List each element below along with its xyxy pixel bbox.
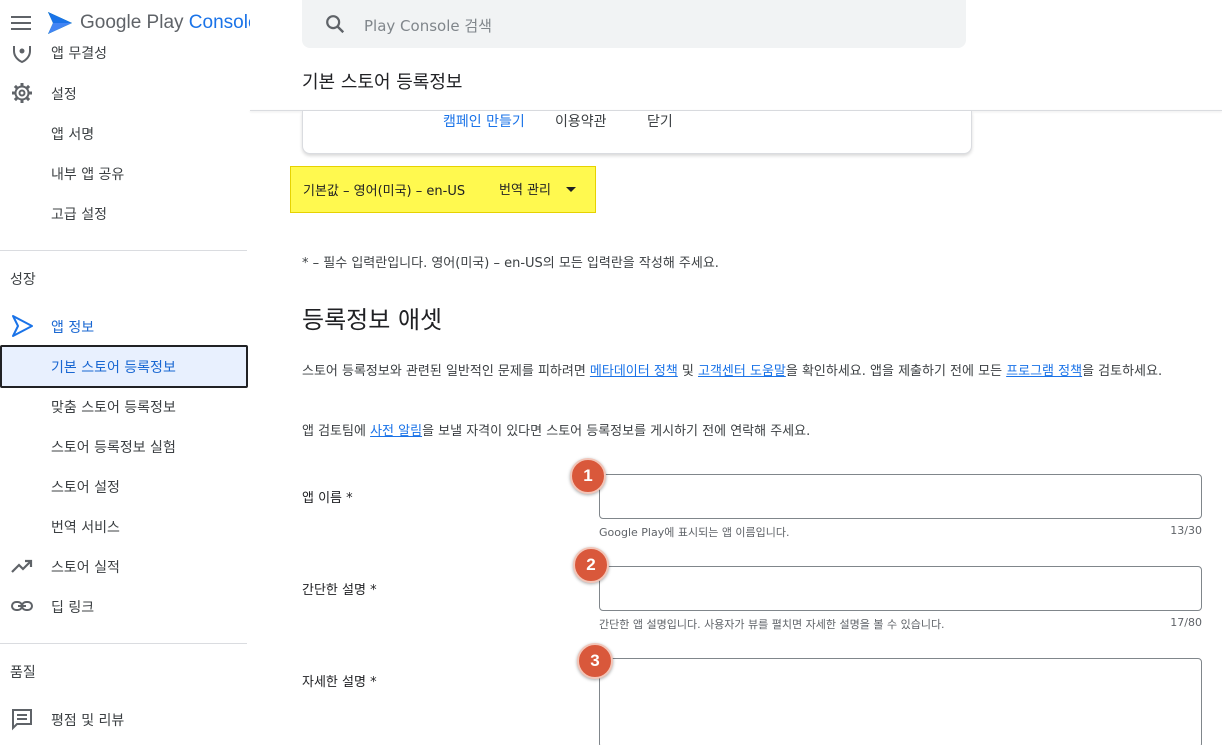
sidebar-item-label: 앱 서명 [51, 127, 95, 143]
sidebar-item-label: 기본 스토어 등록정보 [51, 360, 176, 376]
page-title: 기본 스토어 등록정보 [302, 72, 463, 93]
metadata-policy-link[interactable]: 메타데이터 정책 [590, 364, 678, 379]
app-title: Google Play Console [80, 12, 250, 34]
dropdown-arrow-icon[interactable] [566, 187, 576, 192]
brand-name: Google Play [80, 12, 184, 33]
sidebar-item-label: 스토어 설정 [51, 480, 120, 496]
policy-text: 및 [677, 364, 699, 379]
search-bar[interactable]: Play Console 검색 [302, 0, 966, 48]
short-description-helper: 간단한 앱 설명입니다. 사용자가 뷰를 펼치면 자세한 설명을 볼 수 있습니… [599, 618, 945, 631]
sidebar-item-deep-links[interactable]: 딥 링크 [0, 588, 248, 624]
sidebar-item-store-performance[interactable]: 스토어 실적 [0, 548, 248, 584]
sidebar-item-settings[interactable]: 설정 [0, 75, 248, 111]
step-badge-2: 2 [573, 547, 609, 583]
sidebar-item-label: 평점 및 리뷰 [51, 713, 125, 729]
search-icon [326, 15, 345, 34]
sidebar-item-label: 맞춤 스토어 등록정보 [51, 400, 176, 416]
help-center-link[interactable]: 고객센터 도움말 [698, 364, 786, 379]
sidebar-divider [0, 250, 247, 251]
sidebar-item-custom-store-listings[interactable]: 맞춤 스토어 등록정보 [0, 388, 248, 424]
sidebar-item-ratings-reviews[interactable]: 평점 및 리뷰 [0, 701, 248, 737]
sidebar-item-label: 내부 앱 공유 [51, 167, 125, 183]
policy-text: 스토어 등록정보와 관련된 일반적인 문제를 피하려면 [302, 364, 590, 379]
sidebar-item-app-info[interactable]: 앱 정보 [0, 308, 248, 344]
review-text: 앱 검토팀에 [302, 424, 371, 439]
create-campaign-link[interactable]: 캠페인 만들기 [443, 111, 525, 131]
sidebar-item-store-settings[interactable]: 스토어 설정 [0, 468, 248, 504]
close-button[interactable]: 닫기 [647, 111, 673, 131]
sidebar-item-internal-app-sharing[interactable]: 내부 앱 공유 [0, 155, 248, 191]
short-description-label: 간단한 설명 * [302, 583, 377, 598]
section-title-quality: 품질 [10, 665, 36, 681]
app-name-helper: Google Play에 표시되는 앱 이름입니다. [599, 526, 790, 539]
program-policies-link[interactable]: 프로그램 정책 [1006, 364, 1082, 379]
step-number: 3 [590, 651, 600, 670]
sidebar-divider [0, 643, 247, 644]
sidebar-item-label: 딥 링크 [51, 600, 95, 616]
sidebar-item-label: 스토어 등록정보 실험 [51, 440, 176, 456]
promo-card: 캠페인 만들기 이용약관 닫기 [302, 111, 972, 154]
search-input[interactable]: Play Console 검색 [364, 15, 492, 36]
sidebar-item-label: 앱 정보 [51, 320, 95, 336]
sidebar-item-translation-services[interactable]: 번역 서비스 [0, 508, 248, 544]
sidebar-item-label: 번역 서비스 [51, 520, 120, 536]
section-heading: 등록정보 애셋 [302, 306, 443, 334]
full-description-label: 자세한 설명 * [302, 675, 377, 690]
app-name-label: 앱 이름 * [302, 491, 353, 506]
default-language-label: 기본값 – 영어(미국) – en-US [303, 184, 466, 199]
short-description-input[interactable] [599, 566, 1202, 611]
review-text: 을 보낼 자격이 있다면 스토어 등록정보를 게시하기 전에 연락해 주세요. [422, 424, 811, 439]
sidebar: Google Play Console 앱 무결성 설정 앱 서명 내부 앱 공… [0, 0, 250, 745]
menu-icon[interactable] [10, 13, 32, 33]
review-team-paragraph: 앱 검토팀에 사전 알림을 보낼 자격이 있다면 스토어 등록정보를 게시하기 … [302, 422, 1202, 442]
step-badge-1: 1 [570, 458, 606, 494]
section-title-growth: 성장 [10, 272, 36, 288]
gear-icon [12, 83, 32, 103]
step-badge-3: 3 [577, 643, 613, 679]
sidebar-item-label: 앱 무결성 [51, 46, 107, 62]
trending-up-icon [11, 559, 33, 573]
step-number: 1 [583, 466, 593, 485]
app-name-counter: 13/30 [1170, 524, 1202, 537]
sidebar-item-label: 스토어 실적 [51, 560, 120, 576]
link-icon [11, 601, 33, 611]
required-fields-note: * – 필수 입력란입니다. 영어(미국) – en-US의 모든 입력란을 작… [302, 256, 719, 271]
sidebar-item-advanced-settings[interactable]: 고급 설정 [0, 195, 248, 231]
full-description-input[interactable] [599, 658, 1202, 745]
sidebar-item-label: 설정 [51, 87, 77, 103]
app-name-input[interactable] [599, 474, 1202, 519]
sidebar-item-app-signing[interactable]: 앱 서명 [0, 115, 248, 151]
app-header: Google Play Console [0, 0, 250, 46]
step-number: 2 [586, 555, 596, 574]
policy-paragraph: 스토어 등록정보와 관련된 일반적인 문제를 피하려면 메타데이터 정책 및 고… [302, 362, 1202, 382]
sidebar-item-main-store-listing[interactable]: 기본 스토어 등록정보 [0, 345, 248, 388]
short-description-counter: 17/80 [1170, 616, 1202, 629]
sidebar-item-label: 고급 설정 [51, 207, 107, 223]
language-selector: 기본값 – 영어(미국) – en-US 번역 관리 [290, 166, 596, 213]
policy-text: 을 확인하세요. 앱을 제출하기 전에 모든 [785, 364, 1007, 379]
brand-accent: Console [188, 12, 250, 33]
policy-text: 을 검토하세요. [1082, 364, 1163, 379]
advance-notice-link[interactable]: 사전 알림 [370, 424, 422, 439]
comment-icon [12, 709, 32, 731]
terms-link[interactable]: 이용약관 [555, 111, 607, 131]
play-outline-icon [12, 315, 33, 337]
play-console-logo-icon [48, 12, 72, 34]
sidebar-item-store-listing-experiments[interactable]: 스토어 등록정보 실험 [0, 428, 248, 464]
manage-translations-button[interactable]: 번역 관리 [499, 179, 551, 198]
